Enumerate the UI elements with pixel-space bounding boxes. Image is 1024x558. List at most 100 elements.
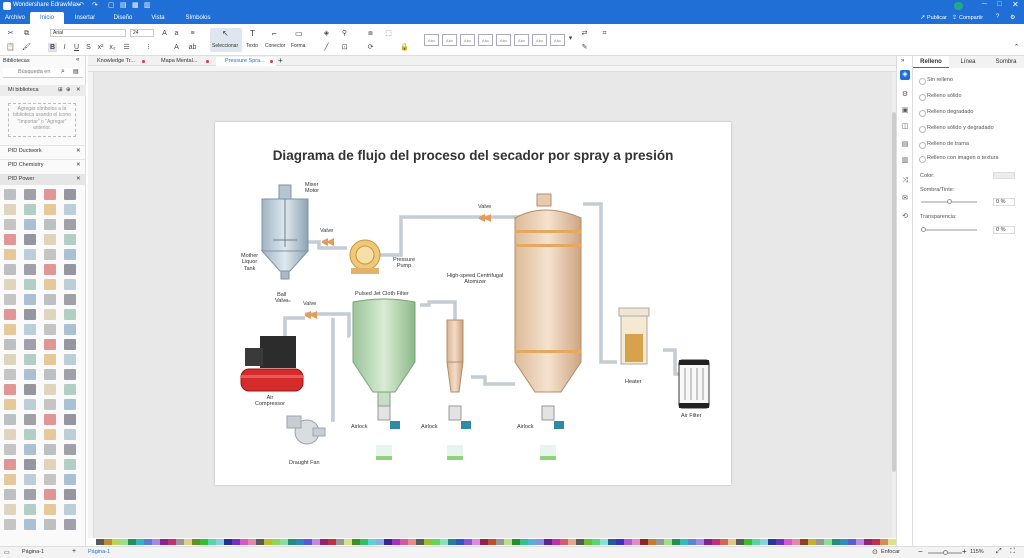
color-swatch[interactable] [400, 539, 408, 545]
library-category-chemistry[interactable]: PID Chemistry ✕ [0, 159, 86, 170]
library-symbol[interactable] [4, 189, 16, 200]
rotate-icon[interactable]: ⟳ [366, 43, 375, 52]
library-symbol[interactable] [64, 249, 76, 260]
data-panel-icon[interactable]: ▥ [900, 156, 910, 166]
menu-tab-insertar[interactable]: Insertar [70, 12, 100, 24]
color-swatch[interactable] [392, 539, 400, 545]
library-symbol[interactable] [44, 309, 56, 320]
color-swatch[interactable] [288, 539, 296, 545]
label-atomizer[interactable]: High-speed Centrifugal Atomizer [447, 273, 503, 286]
page-tab[interactable]: Página-1 [88, 549, 110, 555]
layers-panel-icon[interactable]: ◫ [900, 122, 910, 132]
fill-option-pattern[interactable]: Relleno de trama [919, 141, 969, 149]
library-symbol[interactable] [44, 219, 56, 230]
library-symbol[interactable] [4, 399, 16, 410]
library-symbol[interactable] [4, 354, 16, 365]
fill-option-solid-gradient[interactable]: Relleno sólido y degradado [919, 125, 994, 133]
label-valve[interactable]: Valve [478, 204, 491, 210]
label-airlock[interactable]: Airlock [421, 424, 438, 430]
style-swatch[interactable]: Abc [478, 34, 493, 46]
close-category-icon[interactable]: ✕ [76, 174, 81, 185]
color-swatch[interactable] [344, 539, 352, 545]
crop-icon[interactable]: ⌗ [600, 29, 609, 38]
slider-thumb[interactable] [943, 550, 948, 555]
label-mixer-motor[interactable]: Mixer Motor [305, 182, 319, 195]
library-symbol[interactable] [24, 249, 36, 260]
color-swatch[interactable] [448, 539, 456, 545]
label-ball-valve[interactable]: Ball Valve [275, 292, 288, 305]
library-symbol[interactable] [44, 489, 56, 500]
color-swatch[interactable] [120, 539, 128, 545]
color-swatch[interactable] [704, 539, 712, 545]
library-symbol[interactable] [4, 369, 16, 380]
library-symbol[interactable] [44, 264, 56, 275]
library-symbol[interactable] [4, 279, 16, 290]
color-swatch[interactable] [152, 539, 160, 545]
label-airlock[interactable]: Airlock [517, 424, 534, 430]
color-swatch[interactable] [848, 539, 856, 545]
color-swatch[interactable] [320, 539, 328, 545]
color-swatch[interactable] [592, 539, 600, 545]
color-swatch[interactable] [608, 539, 616, 545]
library-symbol[interactable] [64, 414, 76, 425]
menu-tab-archivo[interactable]: Archivo [2, 12, 28, 24]
library-symbol[interactable] [24, 219, 36, 230]
cut-icon[interactable]: ✂ [6, 29, 15, 38]
shape-tool[interactable]: ▭ Forma [288, 28, 310, 52]
library-symbol[interactable] [24, 399, 36, 410]
style-swatch[interactable]: Abc [550, 34, 565, 46]
shuffle-panel-icon[interactable]: ⤨ [900, 176, 910, 186]
library-symbol[interactable] [44, 429, 56, 440]
library-symbol[interactable] [4, 384, 16, 395]
library-symbol[interactable] [44, 399, 56, 410]
menu-tab-vista[interactable]: Vista [145, 12, 171, 24]
my-library-header[interactable]: Mi biblioteca ⊞ ⊕ ✕ [0, 85, 86, 96]
search-icon[interactable]: ⌕ [61, 68, 65, 76]
fill-panel-icon[interactable]: ◈ [900, 70, 910, 80]
color-swatch[interactable] [160, 539, 168, 545]
color-swatch[interactable] [384, 539, 392, 545]
color-swatch[interactable] [856, 539, 864, 545]
library-symbol[interactable] [24, 339, 36, 350]
color-swatch[interactable] [296, 539, 304, 545]
fill-option-solid[interactable]: Relleno sólido [919, 93, 962, 101]
library-symbol[interactable] [44, 189, 56, 200]
library-symbol[interactable] [4, 504, 16, 515]
color-swatch[interactable] [472, 539, 480, 545]
open-icon[interactable]: ▤ [120, 1, 127, 9]
library-symbol[interactable] [24, 384, 36, 395]
diagram-title[interactable]: Diagrama de flujo del proceso del secado… [235, 148, 711, 163]
label-valve[interactable]: Valve [303, 301, 316, 307]
font-family-select[interactable]: Arial [50, 29, 126, 37]
library-symbol[interactable] [64, 399, 76, 410]
library-symbol[interactable] [44, 474, 56, 485]
library-symbol[interactable] [64, 459, 76, 470]
library-symbol[interactable] [4, 429, 16, 440]
library-symbol[interactable] [24, 504, 36, 515]
library-symbol[interactable] [24, 309, 36, 320]
arrange-icon[interactable]: ⚲ [340, 29, 349, 38]
subscript-icon[interactable]: x₂ [108, 43, 117, 52]
color-swatch[interactable] [176, 539, 184, 545]
label-air-compressor[interactable]: Air Compressor [255, 395, 285, 408]
underline-icon[interactable]: U [72, 43, 81, 52]
color-swatch[interactable] [272, 539, 280, 545]
color-swatch[interactable] [96, 539, 104, 545]
color-swatch[interactable] [440, 539, 448, 545]
library-symbol[interactable] [4, 294, 16, 305]
color-swatch[interactable] [768, 539, 776, 545]
library-symbol[interactable] [64, 384, 76, 395]
library-symbol[interactable] [4, 309, 16, 320]
color-swatch[interactable] [512, 539, 520, 545]
library-symbol[interactable] [24, 324, 36, 335]
library-symbol[interactable] [24, 279, 36, 290]
text-tool[interactable]: T Texto [244, 28, 264, 52]
color-swatch[interactable] [728, 539, 736, 545]
save-icon[interactable]: ▦ [132, 1, 139, 9]
color-swatch[interactable] [744, 539, 752, 545]
color-swatch[interactable] [432, 539, 440, 545]
color-swatch[interactable] [696, 539, 704, 545]
zoom-out-icon[interactable]: − [918, 547, 923, 556]
close-icon[interactable]: ✕ [1012, 0, 1019, 9]
library-symbol[interactable] [64, 444, 76, 455]
